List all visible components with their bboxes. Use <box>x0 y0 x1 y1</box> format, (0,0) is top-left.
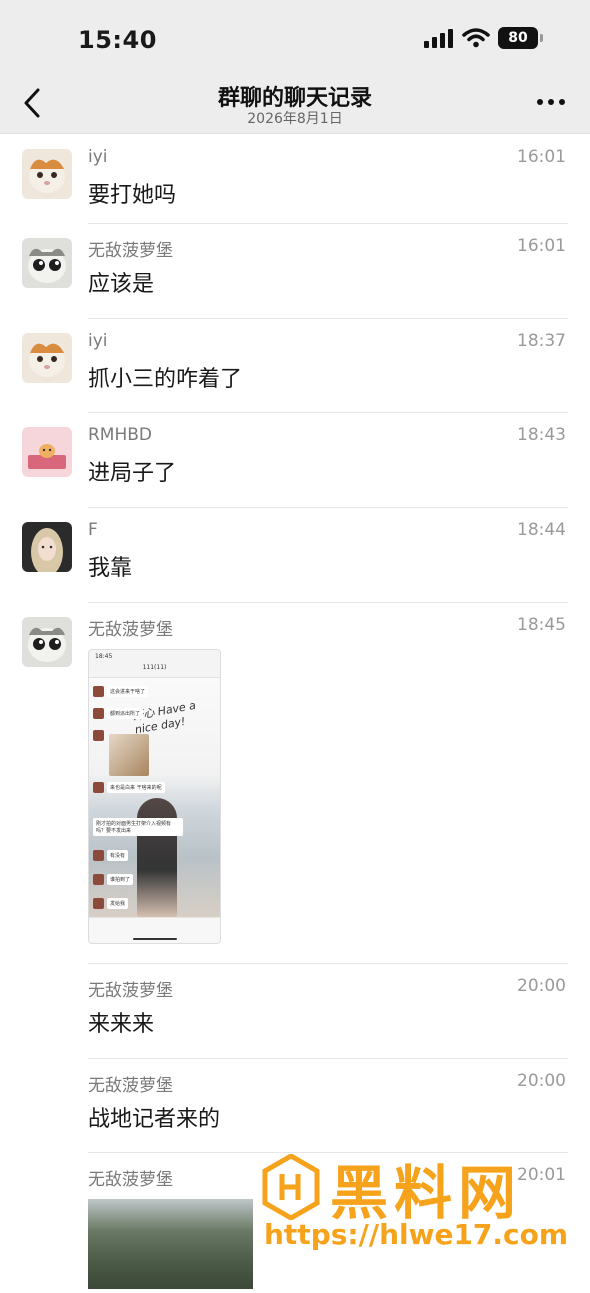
screenshot-bubble: 有没有 <box>107 850 129 861</box>
sender-name: 无敌菠萝堡 <box>88 1076 173 1096</box>
message-item: RMHBD 18:43 进局子了 <box>0 413 590 508</box>
message-time: 18:44 <box>517 520 566 540</box>
sender-name: 无敌菠萝堡 <box>88 981 173 1001</box>
battery-icon: 80 <box>498 27 543 49</box>
message-item: iyi 18:37 抓小三的咋着了 <box>0 319 590 413</box>
chat-screenshot-image[interactable]: 18:45 111(11) 开心 Have a nice day! 这会进来干啥… <box>88 649 221 944</box>
message-time: 18:43 <box>517 425 566 445</box>
sender-name: iyi <box>88 331 108 351</box>
screenshot-person-photo <box>137 798 177 918</box>
screenshot-bubble: 都到派出所了 <box>107 708 144 719</box>
sender-name: 无敌菠萝堡 <box>88 1170 173 1190</box>
message-item-image: 无敌菠萝堡 18:45 18:45 111(11) 开心 Have a nice… <box>0 603 590 964</box>
watermark-logo-icon <box>262 1154 320 1220</box>
message-time: 18:45 <box>517 615 566 635</box>
screenshot-bubble: 这会进来干啥了 <box>107 686 149 697</box>
message-time: 16:01 <box>517 236 566 256</box>
message-time: 20:00 <box>517 1071 566 1091</box>
avatar-portrait[interactable] <box>22 522 72 572</box>
screenshot-title: 111(11) <box>89 664 220 678</box>
message-text: 要打她吗 <box>88 183 177 208</box>
avatar-cat-gray[interactable] <box>22 617 72 667</box>
sender-name: RMHBD <box>88 425 153 445</box>
message-time: 20:00 <box>517 976 566 996</box>
message-item: 无敌菠萝堡 16:01 应该是 <box>0 224 590 319</box>
watermark-url: https://hlwe17.com <box>264 1218 569 1251</box>
message-text: 战地记者来的 <box>88 1107 221 1132</box>
message-text: 应该是 <box>88 272 155 297</box>
message-item: iyi 16:01 要打她吗 <box>0 135 590 224</box>
tree-photo-image[interactable] <box>88 1199 253 1289</box>
watermark: 黑料网 https://hlwe17.com <box>262 1150 582 1260</box>
avatar-cat-orange[interactable] <box>22 149 72 199</box>
screenshot-dog-photo <box>109 734 149 776</box>
message-list: iyi 16:01 要打她吗 无敌菠萝堡 16:01 应该是 iyi 18:37… <box>0 135 590 1293</box>
page-subtitle-date: 2026年8月1日 <box>247 111 343 127</box>
status-bar: 15:40 80 <box>0 0 590 70</box>
cellular-signal-icon <box>424 29 453 48</box>
message-text: 抓小三的咋着了 <box>88 367 243 392</box>
screenshot-bubble: 发给我 <box>107 898 129 909</box>
message-item: 无敌菠萝堡 20:00 战地记者来的 <box>0 1059 590 1153</box>
nav-bar: 群聊的聊天记录 2026年8月1日 <box>0 70 590 134</box>
more-options-icon[interactable] <box>534 92 568 112</box>
wifi-icon <box>462 28 490 48</box>
screenshot-input-bar <box>89 917 220 943</box>
sender-name: 无敌菠萝堡 <box>88 620 173 640</box>
message-time: 16:01 <box>517 147 566 167</box>
message-text: 进局子了 <box>88 461 177 486</box>
message-item: F 18:44 我靠 <box>0 508 590 603</box>
screenshot-bubble: 刚才拍的对面男生打架介入视频有吗？要不发出来 <box>93 818 183 836</box>
avatar-cat-orange[interactable] <box>22 333 72 383</box>
message-text: 我靠 <box>88 556 133 581</box>
sender-name: F <box>88 520 98 540</box>
message-time: 18:37 <box>517 331 566 351</box>
status-icons: 80 <box>424 27 543 49</box>
status-time: 15:40 <box>78 26 157 54</box>
screenshot-bubble: 谁拍到了 <box>107 874 134 885</box>
screenshot-handwriting: 开心 Have a nice day! <box>131 698 197 737</box>
sender-name: 无敌菠萝堡 <box>88 241 173 261</box>
screenshot-bubble: 来也是白来 干啥来的呢 <box>107 782 165 793</box>
screenshot-status-time: 18:45 <box>95 653 113 660</box>
screenshot-body: 开心 Have a nice day! 这会进来干啥了 都到派出所了 来也是白来… <box>89 678 220 918</box>
avatar-cat-pink[interactable] <box>22 427 72 477</box>
message-item: 无敌菠萝堡 20:00 来来来 <box>0 964 590 1059</box>
avatar-cat-gray[interactable] <box>22 238 72 288</box>
sender-name: iyi <box>88 147 108 167</box>
message-text: 来来来 <box>88 1012 155 1037</box>
